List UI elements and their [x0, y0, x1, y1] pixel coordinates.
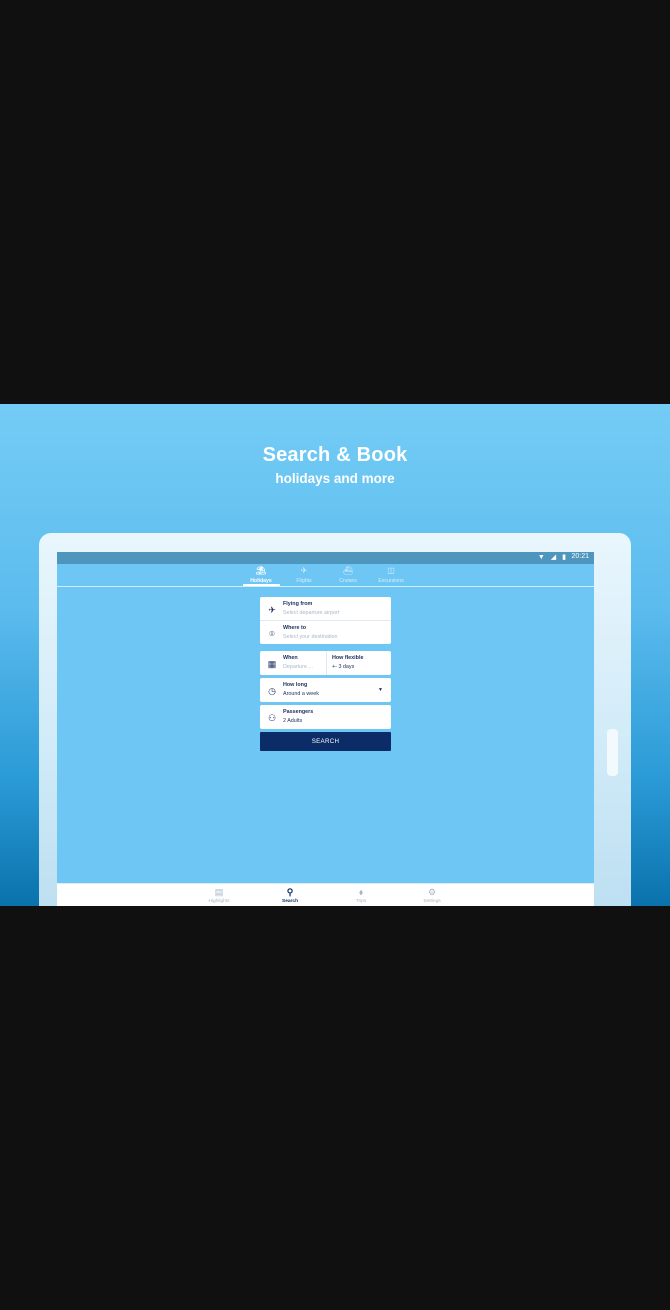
promo-banner: Search & Book holidays and more ▼ ◢ ▮ 20…	[0, 404, 670, 906]
how-flexible-label: How flexible	[332, 655, 364, 661]
passengers-field[interactable]: ⚇ Passengers 2 Adults	[260, 705, 391, 729]
where-to-field[interactable]: ⌾ Where to Select your destination	[260, 621, 391, 644]
bottom-tab-settings[interactable]: ⚙ Settings	[412, 887, 452, 904]
app-screen: ▼ ◢ ▮ 20:21 ⛱ Holidays ✈ Flights ⛴ Cruis…	[57, 552, 594, 906]
flying-from-placeholder: Select departure airport	[283, 610, 340, 616]
passengers-icon: ⚇	[267, 713, 277, 723]
tab-flights[interactable]: ✈ Flights	[282, 566, 326, 584]
search-button[interactable]: SEARCH	[260, 732, 391, 751]
bottom-tab-trips[interactable]: ⬧ Trips	[341, 887, 381, 904]
location-pin-icon: ⌾	[269, 629, 275, 639]
flying-from-label: Flying from	[283, 601, 313, 607]
status-icons: ▼ ◢ ▮	[538, 553, 568, 561]
how-long-value: Around a week	[283, 691, 319, 697]
cruise-icon: ⛴	[342, 566, 354, 575]
when-placeholder: Departure ...	[283, 664, 313, 670]
wifi-icon: ▼	[537, 554, 547, 561]
where-to-label: Where to	[283, 625, 307, 631]
excursion-icon: ◫	[387, 566, 395, 575]
tab-excursions[interactable]: ◫ Excursions	[369, 566, 413, 584]
where-to-placeholder: Select your destination	[283, 634, 338, 640]
departure-plane-icon: ✈	[268, 605, 276, 615]
how-flexible-value: +- 3 days	[332, 664, 355, 670]
bottom-tab-label: Search	[282, 899, 298, 904]
bottom-tab-label: Highlights	[208, 899, 230, 904]
gear-icon: ⚙	[427, 887, 437, 897]
how-long-label: How long	[283, 682, 308, 688]
promo-subheadline: holidays and more	[275, 471, 395, 486]
top-tab-bar: ⛱ Holidays ✈ Flights ⛴ Cruises ◫ Excursi…	[57, 564, 594, 587]
tab-holidays[interactable]: ⛱ Holidays	[239, 566, 283, 584]
highlights-icon: ▤	[214, 887, 224, 897]
active-tab-indicator	[243, 584, 280, 586]
battery-icon: ▮	[562, 554, 568, 561]
bottom-nav: ▤ Highlights ⚲ Search ⬧ Trips ⚙ Settings	[57, 883, 594, 906]
tab-label: Flights	[296, 578, 312, 584]
bottom-tab-label: Settings	[423, 899, 441, 904]
search-icon: ⚲	[286, 887, 294, 897]
bottom-tab-search[interactable]: ⚲ Search	[270, 887, 310, 904]
status-bar: ▼ ◢ ▮ 20:21	[57, 552, 594, 564]
calendar-icon: ▦	[267, 659, 277, 669]
bottom-tab-highlights[interactable]: ▤ Highlights	[199, 887, 239, 904]
tab-label: Cruises	[339, 578, 357, 584]
passengers-value: 2 Adults	[283, 718, 303, 724]
tag-icon: ⬧	[358, 887, 364, 897]
how-flexible-field[interactable]: How flexible +- 3 days	[327, 651, 391, 675]
route-card: ✈ Flying from Select departure airport ⌾…	[260, 597, 391, 644]
promo-headline: Search & Book	[262, 444, 408, 466]
how-long-field[interactable]: ◷ How long Around a week ▼	[260, 678, 391, 702]
tab-label: Excursions	[378, 578, 404, 584]
tablet-home-button	[607, 729, 618, 776]
flying-from-field[interactable]: ✈ Flying from Select departure airport	[260, 597, 391, 620]
when-field[interactable]: ▦ When Departure ...	[260, 651, 326, 675]
status-time: 20:21	[571, 553, 589, 560]
plane-icon: ✈	[300, 566, 308, 575]
signal-icon: ◢	[550, 554, 559, 561]
holiday-icon: ⛱	[255, 566, 267, 575]
passengers-label: Passengers	[283, 709, 314, 715]
clock-icon: ◷	[268, 686, 276, 696]
bottom-tab-label: Trips	[355, 899, 367, 904]
tab-cruises[interactable]: ⛴ Cruises	[326, 566, 370, 584]
chevron-down-icon: ▼	[378, 687, 383, 693]
dates-card: ▦ When Departure ... How flexible +- 3 d…	[260, 651, 391, 675]
when-label: When	[283, 655, 298, 661]
